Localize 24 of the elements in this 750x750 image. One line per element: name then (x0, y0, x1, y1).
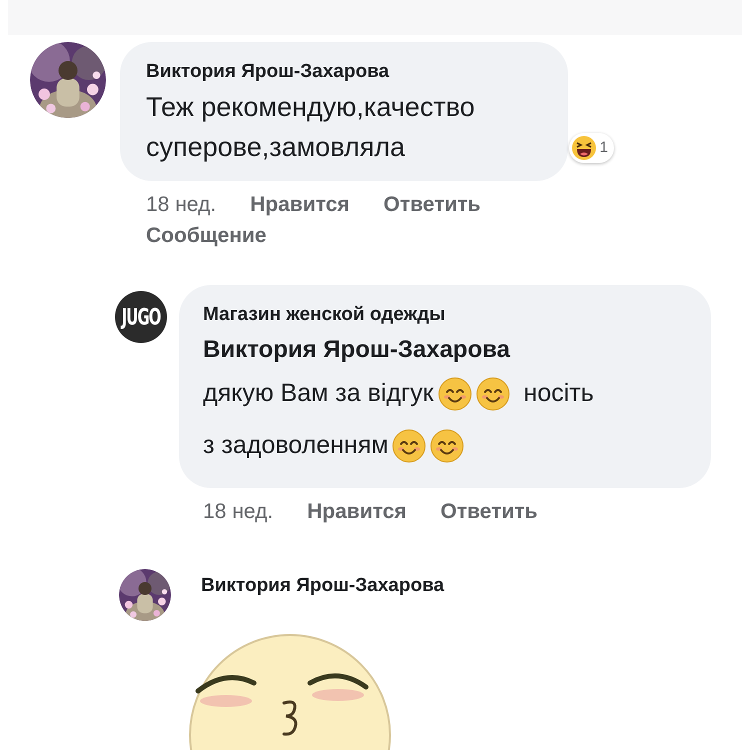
action-link[interactable]: Ответить (384, 189, 481, 220)
action-link[interactable]: Ответить (440, 496, 538, 527)
smiling-face-icon (392, 429, 426, 463)
page-logo[interactable]: JUGO (115, 291, 167, 343)
action-link[interactable]: Нравится (307, 496, 407, 527)
author-name[interactable]: Магазин женской одежды (203, 301, 691, 329)
smiling-face-icon (438, 377, 472, 411)
author-name[interactable]: Виктория Ярош-Захарова (146, 59, 548, 85)
author-name[interactable]: Виктория Ярош-Захарова (201, 573, 444, 599)
action-link[interactable]: Сообщение (146, 220, 266, 251)
reaction-count: 1 (600, 138, 608, 158)
comment-text: носіть (524, 378, 594, 410)
action-link[interactable]: Нравится (250, 189, 350, 220)
comment-text: з задоволенням (203, 430, 388, 462)
laughing-face-icon (570, 135, 597, 161)
timestamp: 18 нед. (146, 192, 216, 218)
logo-text: JUGO (122, 302, 160, 332)
smiling-face-icon (430, 429, 464, 463)
reaction-badge[interactable]: 1 (568, 133, 614, 163)
smiling-face-icon (476, 377, 510, 411)
comment-text: дякую Вам за відгук (203, 378, 434, 410)
mention-link[interactable]: Виктория Ярош-Захарова (203, 332, 691, 368)
comment-text: Теж рекомендую,качество суперове,замовляла (146, 91, 476, 164)
timestamp: 18 нед. (203, 499, 274, 525)
